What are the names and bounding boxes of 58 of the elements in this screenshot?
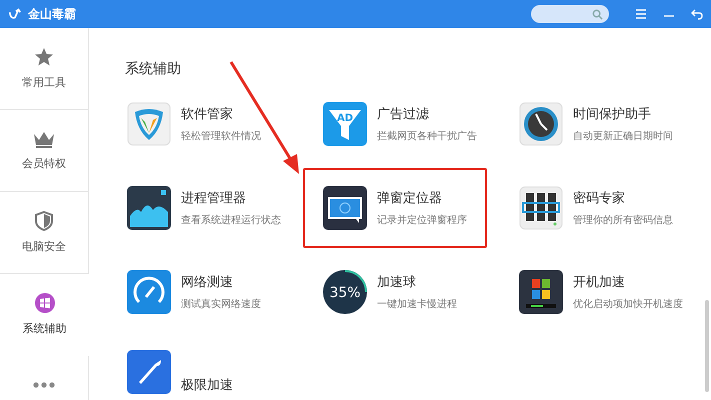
funnel-app-icon: AD: [323, 102, 367, 146]
back-arrow-icon[interactable]: [691, 8, 703, 20]
tool-item[interactable]: 进程管理器 查看系统进程运行状态: [107, 168, 291, 248]
speedometer-app-icon: [127, 270, 171, 314]
tool-name: 进程管理器: [181, 190, 247, 207]
tool-item[interactable]: 35% 加速球 一键加速卡慢进程: [303, 252, 487, 332]
tool-name: 极限加速: [181, 377, 233, 394]
highlighted-tool-item[interactable]: 弹窗定位器 记录并定位弹窗程序: [303, 168, 487, 248]
tool-name: 密码专家: [573, 190, 626, 207]
sidebar-item[interactable]: 常用工具: [0, 28, 88, 110]
number-lock-app-icon: [519, 186, 563, 230]
section-heading: 系统辅助: [125, 60, 182, 78]
menu-icon[interactable]: [635, 8, 647, 20]
rocket-app-icon: [127, 350, 171, 394]
tool-name: 网络测速: [181, 274, 234, 291]
tool-description: 记录并定位弹窗程序: [377, 214, 467, 227]
tool-item[interactable]: 时间保护助手 自动更新正确日期时间: [499, 84, 683, 164]
tool-description: 轻松管理软件情况: [181, 130, 261, 143]
more-icon: [33, 382, 55, 388]
clock-app-icon: [519, 102, 563, 146]
sidebar-label: 会员特权: [22, 156, 66, 171]
tool-item[interactable]: 极限加速: [107, 336, 291, 396]
tool-item[interactable]: 软件管家 轻松管理软件情况: [107, 84, 291, 164]
popup-window-app-icon: [323, 186, 367, 230]
tool-name: 广告过滤: [377, 106, 430, 123]
wave-chart-app-icon: [127, 186, 171, 230]
tool-item[interactable]: 密码专家 管理你的所有密码信息: [499, 168, 683, 248]
windows-boot-app-icon: [519, 270, 563, 314]
tool-name: 加速球: [377, 274, 417, 291]
tool-name: 时间保护助手: [573, 106, 652, 123]
tool-item[interactable]: AD 广告过滤 拦截网页各种干扰广告: [303, 84, 487, 164]
tool-name: 弹窗定位器: [377, 190, 443, 207]
shield-app-icon: [127, 102, 171, 146]
tool-description: 管理你的所有密码信息: [573, 214, 673, 227]
tool-description: 拦截网页各种干扰广告: [377, 130, 477, 143]
search-icon: [592, 8, 603, 20]
sidebar-item[interactable]: 会员特权: [0, 110, 88, 192]
sidebar-label: 常用工具: [22, 75, 66, 90]
logo-icon: [8, 7, 22, 21]
tool-name: 软件管家: [181, 106, 234, 123]
sidebar-label: 电脑安全: [22, 239, 66, 254]
tool-description: 查看系统进程运行状态: [181, 214, 281, 227]
tool-item[interactable]: 网络测速 测试真实网络速度: [107, 252, 291, 332]
speed-ball-app-icon: 35%: [323, 270, 367, 314]
shield-icon: [35, 211, 53, 231]
tool-description: 测试真实网络速度: [181, 298, 261, 311]
windows-logo-icon: [34, 293, 54, 313]
window-title: 金山毒霸: [28, 6, 76, 22]
tool-name: 开机加速: [573, 274, 626, 291]
tool-description: 优化启动项加快开机速度: [573, 298, 683, 311]
star-icon: [34, 47, 54, 67]
search-field[interactable]: [531, 5, 609, 23]
tool-description: 一键加速卡慢进程: [377, 298, 457, 311]
tool-item[interactable]: 开机加速 优化启动项加快开机速度: [499, 252, 683, 332]
crown-icon: [33, 130, 55, 148]
tool-description: 自动更新正确日期时间: [573, 130, 673, 143]
sidebar-label: 系统辅助: [22, 321, 66, 336]
scrollbar[interactable]: [705, 300, 709, 392]
